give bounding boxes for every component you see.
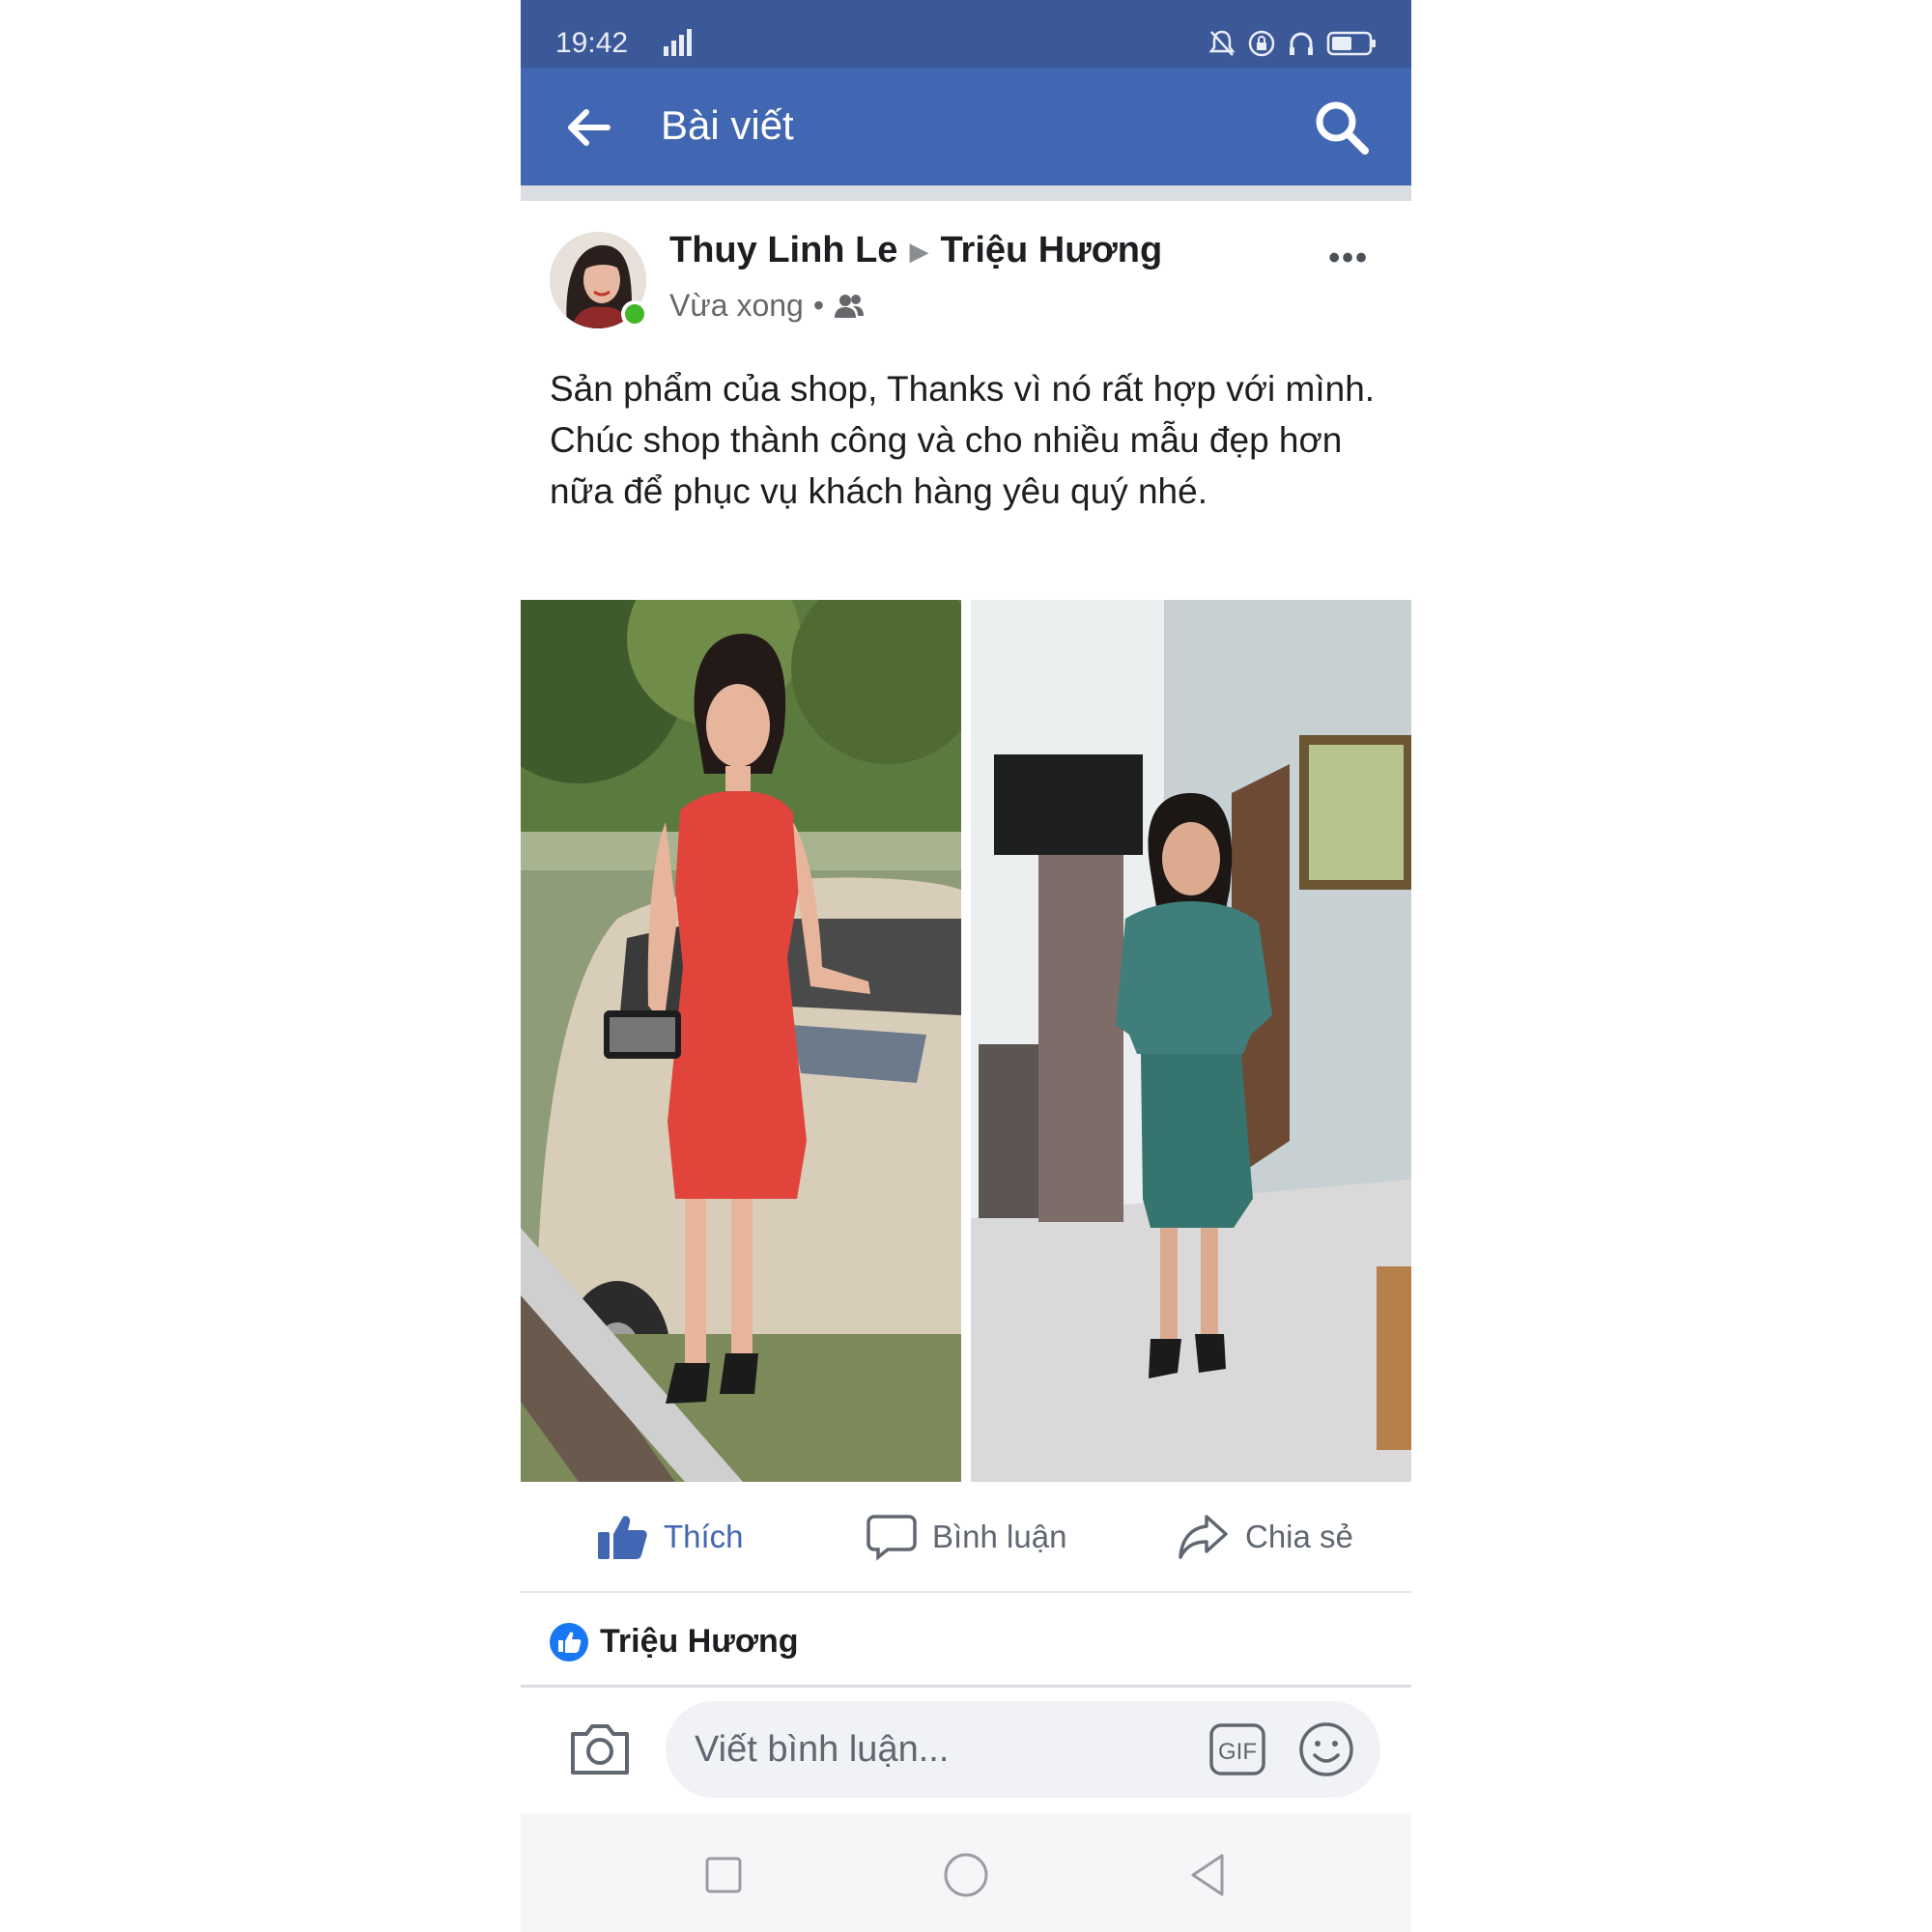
page-title: Bài viết [661,102,794,148]
gif-button[interactable]: GIF [1208,1722,1266,1776]
arrow-left-icon [568,109,611,146]
square-icon [705,1857,742,1893]
reactions-bar[interactable]: Triệu Hương [521,1594,1411,1688]
status-icons [1208,29,1377,58]
photo-red-dress [521,600,961,1482]
phone-screen: 19:42 Bài viết Thuy Linh Le ▶ Triệu Hươn… [521,0,1411,1932]
thumbs-up-icon [598,1516,647,1559]
battery-icon [1326,31,1376,56]
circle-icon [944,1853,988,1897]
search-icon [1316,101,1369,155]
target-name[interactable]: Triệu Hương [940,230,1162,270]
signal-icon [664,29,692,56]
app-bar: Bài viết [521,68,1411,185]
comment-bubble-icon [867,1515,917,1561]
mute-bell-icon [1208,30,1236,56]
camera-icon [571,1724,629,1775]
friends-icon [835,294,865,318]
post-text: Sản phẩm của shop, Thanks vì nó rất hợp … [550,369,1376,511]
nav-back-button[interactable] [1179,1846,1237,1904]
camera-button[interactable] [567,1717,633,1782]
like-label: Thích [664,1519,744,1554]
recent-apps-button[interactable] [695,1846,753,1904]
online-status-dot [621,300,648,327]
photo-teal-set [971,600,1411,1482]
share-label: Chia sẻ [1245,1519,1353,1554]
photo-gap [961,600,971,1482]
post-photo-teal-set[interactable] [971,600,1411,1482]
post-meta: Vừa xong • [669,288,865,324]
like-reaction-icon [550,1623,588,1662]
home-button[interactable] [937,1846,995,1904]
comment-button[interactable]: Bình luận [867,1483,1066,1591]
lock-rotation-icon [1248,30,1275,57]
status-bar: 19:42 [521,0,1411,68]
comment-input[interactable] [666,1701,1380,1798]
liker-name: Triệu Hương [600,1623,799,1660]
back-button[interactable] [559,99,617,156]
search-button[interactable] [1311,97,1373,158]
more-options-button[interactable]: ••• [1328,240,1369,277]
system-nav-bar [521,1813,1411,1932]
status-time: 19:42 [555,27,629,59]
triangle-right-icon: ▶ [909,237,929,267]
post-time[interactable]: Vừa xong [669,288,804,324]
post-author-line: Thuy Linh Le ▶ Triệu Hương [669,230,1162,271]
emoji-button[interactable] [1297,1720,1355,1778]
post-header: Thuy Linh Le ▶ Triệu Hương Vừa xong • ••• [521,201,1411,336]
author-name[interactable]: Thuy Linh Le [669,230,897,270]
post-photos [521,600,1411,1482]
gif-icon: GIF [1209,1723,1265,1776]
comment-composer: GIF [521,1688,1411,1813]
gif-label: GIF [1218,1739,1257,1765]
meta-separator: • [812,288,825,323]
like-button[interactable]: Thích [596,1483,744,1591]
comment-label: Bình luận [932,1519,1067,1554]
feed-divider [521,185,1411,201]
share-arrow-icon [1179,1515,1228,1559]
post-actions: Thích Bình luận Chia sẻ [521,1483,1411,1593]
smiley-icon [1299,1722,1353,1776]
share-button[interactable]: Chia sẻ [1178,1483,1353,1591]
headphones-icon [1290,32,1313,55]
post-photo-red-dress[interactable] [521,600,961,1482]
triangle-back-icon [1191,1854,1224,1896]
